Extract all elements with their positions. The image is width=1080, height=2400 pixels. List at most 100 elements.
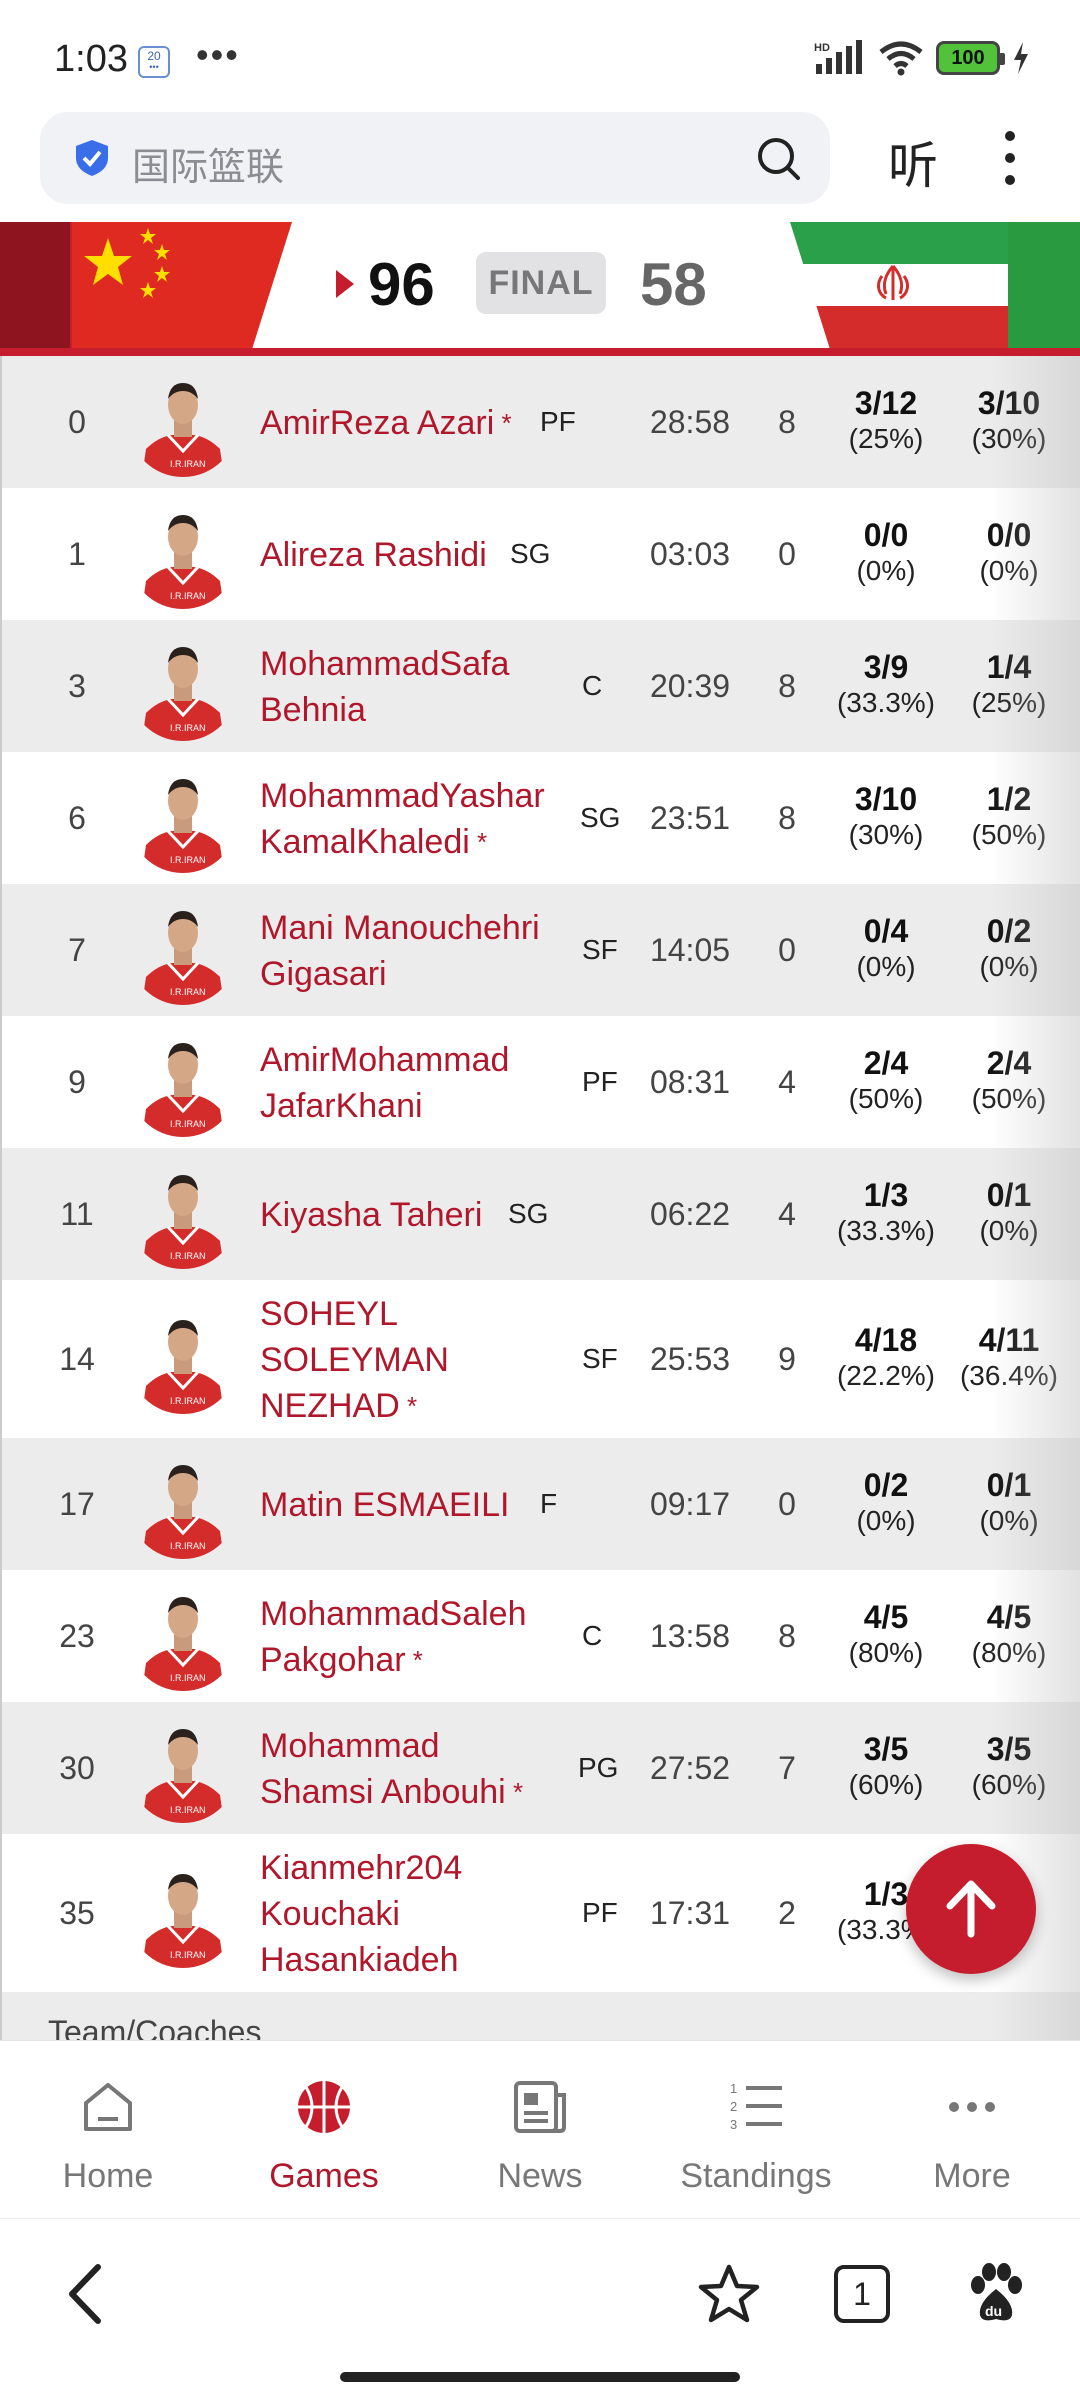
player-avatar[interactable]: I.R.IRAN (128, 1027, 238, 1137)
svg-text:I.R.IRAN: I.R.IRAN (170, 459, 206, 469)
player-position: C (582, 670, 603, 701)
player-name-link[interactable]: Kianmehr204 Kouchaki Hasankiadeh (260, 1845, 462, 1983)
player-avatar[interactable]: I.R.IRAN (128, 631, 238, 741)
svg-text:I.R.IRAN: I.R.IRAN (170, 723, 206, 733)
three-pointers-pct: (80%) (971, 1637, 1047, 1668)
signal-icon: HD (814, 40, 862, 74)
player-name-link[interactable]: Matin ESMAEILI (260, 1482, 509, 1528)
minutes-played: 28:58 (649, 404, 731, 440)
table-row[interactable]: 7 I.R.IRAN Mani Manouchehri Gigasari SF 14:05… (0, 884, 1080, 1016)
shield-icon (76, 140, 108, 176)
field-goals: 4/5 (80%) (826, 1598, 946, 1670)
player-position: SG (508, 1198, 549, 1229)
field-goals-pct: (0%) (856, 555, 916, 586)
player-avatar[interactable]: I.R.IRAN (128, 1159, 238, 1269)
player-avatar[interactable]: I.R.IRAN (128, 1449, 238, 1559)
field-goals-pct: (33.3%) (836, 687, 936, 718)
nav-news[interactable]: News (432, 2041, 648, 2217)
player-avatar[interactable]: I.R.IRAN (128, 1858, 238, 1968)
baidu-paw-icon[interactable]: du (968, 2263, 1024, 2325)
player-name-link[interactable]: MohammadSaleh Pakgohar * (260, 1591, 526, 1683)
player-avatar[interactable]: I.R.IRAN (128, 895, 238, 1005)
svg-text:I.R.IRAN: I.R.IRAN (170, 855, 206, 865)
table-row[interactable]: 23 I.R.IRAN MohammadSaleh Pakgohar * C 13:58 8… (0, 1570, 1080, 1702)
table-row[interactable]: 6 I.R.IRAN MohammadYashar KamalKhaledi * SG 2… (0, 752, 1080, 884)
nav-news-label: News (497, 2157, 583, 2195)
field-goals: 0/0 (0%) (826, 516, 946, 588)
jersey-number: 11 (60, 1196, 94, 1232)
svg-text:I.R.IRAN: I.R.IRAN (170, 987, 206, 997)
nav-home[interactable]: Home (0, 2041, 216, 2217)
search-query[interactable]: 国际篮联 (132, 136, 284, 191)
three-pointers-pct: (0%) (979, 951, 1039, 982)
nav-standings-label: Standings (680, 2157, 832, 2195)
player-name-link[interactable]: MohammadSafa Behnia (260, 641, 509, 733)
svg-text:1: 1 (730, 2081, 737, 2096)
jersey-number: 35 (59, 1895, 95, 1931)
kebab-menu-icon[interactable] (1003, 128, 1017, 188)
svg-text:I.R.IRAN: I.R.IRAN (170, 591, 206, 601)
player-name-link[interactable]: Mani Manouchehri Gigasari (260, 905, 540, 997)
nav-standings[interactable]: 1 2 3 Standings (648, 2041, 864, 2217)
jersey-number: 9 (68, 1064, 86, 1100)
field-goals-made: 0/4 (863, 913, 909, 949)
player-name-link[interactable]: Kiyasha Taheri (260, 1192, 482, 1238)
tabs-count-button[interactable]: 1 (834, 2265, 890, 2323)
three-pointers-pct: (0%) (979, 1215, 1039, 1246)
points: 8 (778, 404, 796, 440)
player-position: PF (540, 406, 576, 437)
table-row[interactable]: 0 I.R.IRAN AmirReza Azari * PF 28:58 8 3/12 (25… (0, 356, 1080, 488)
player-name-link[interactable]: AmirReza Azari * (260, 400, 512, 446)
three-pointers-made: 4/11 (978, 1322, 1040, 1358)
search-bar[interactable]: 国际篮联 (40, 112, 830, 204)
table-row[interactable]: 11 I.R.IRAN Kiyasha Taheri SG 06:22 4 1/3 (33.3… (0, 1148, 1080, 1280)
bookmark-star-icon[interactable] (698, 2263, 760, 2325)
badge-subtext: ••• (149, 62, 159, 72)
three-pointers-made: 1/2 (986, 781, 1032, 817)
minutes-played: 03:03 (649, 536, 731, 572)
field-goals: 4/18 (22.2%) (826, 1321, 946, 1393)
home-team-band-dark (0, 222, 70, 348)
player-stats-table[interactable]: 0 I.R.IRAN AmirReza Azari * PF 28:58 8 3/12 (25… (0, 356, 1080, 2040)
svg-text:HD: HD (814, 42, 830, 54)
table-row[interactable]: 1 I.R.IRAN Alireza Rashidi SG 03:03 0 0/0 (0%) 0… (0, 488, 1080, 620)
player-name-link[interactable]: MohammadYashar KamalKhaledi * (260, 773, 545, 865)
player-name-link[interactable]: Mohammad Shamsi Anbouhi * (260, 1723, 523, 1815)
nav-more[interactable]: More (864, 2041, 1080, 2217)
back-icon[interactable] (62, 2259, 112, 2329)
player-position: F (540, 1488, 558, 1519)
player-avatar[interactable]: I.R.IRAN (128, 367, 238, 477)
listen-button[interactable]: 听 (888, 126, 938, 198)
three-pointers-made: 4/5 (986, 1599, 1032, 1635)
field-goals-made: 3/12 (854, 385, 918, 421)
table-row[interactable]: 30 I.R.IRAN Mohammad Shamsi Anbouhi * PG 27:5… (0, 1702, 1080, 1834)
table-row[interactable]: 3 I.R.IRAN MohammadSafa Behnia C 20:39 8 3/9 (33… (0, 620, 1080, 752)
three-pointers-pct: (60%) (971, 1769, 1047, 1800)
jersey-number: 0 (68, 404, 86, 440)
player-avatar[interactable]: I.R.IRAN (128, 1713, 238, 1823)
jersey-number: 6 (68, 800, 86, 836)
player-name-link[interactable]: Alireza Rashidi (260, 532, 487, 578)
player-avatar[interactable]: I.R.IRAN (128, 1581, 238, 1691)
minutes-played: 27:52 (649, 1750, 731, 1786)
player-avatar[interactable]: I.R.IRAN (128, 763, 238, 873)
table-row[interactable]: 14 I.R.IRAN SOHEYL SOLEYMAN NEZHAD * SF 25:53 9… (0, 1280, 1080, 1438)
home-indicator[interactable] (340, 2372, 740, 2382)
arrow-up-icon (946, 1880, 996, 1938)
table-row[interactable]: 9 I.R.IRAN AmirMohammad JafarKhani PF 08:31 4 2… (0, 1016, 1080, 1148)
table-row[interactable]: 17 I.R.IRAN Matin ESMAEILI F 09:17 0 0/2 (0%) 0/… (0, 1438, 1080, 1570)
standings-icon: 1 2 3 (730, 2081, 782, 2132)
field-goals-pct: (0%) (856, 1505, 916, 1536)
svg-text:du: du (985, 2303, 1002, 2319)
player-avatar[interactable]: I.R.IRAN (128, 499, 238, 609)
scroll-to-top-button[interactable] (906, 1844, 1036, 1974)
nav-more-label: More (933, 2157, 1011, 2195)
player-name-link[interactable]: SOHEYL SOLEYMAN NEZHAD * (260, 1291, 449, 1429)
three-pointers-pct: (50%) (971, 1083, 1047, 1114)
field-goals: 0/2 (0%) (826, 1466, 946, 1538)
player-avatar[interactable]: I.R.IRAN (128, 1304, 238, 1414)
minutes-played: 14:05 (649, 932, 731, 968)
nav-games[interactable]: Games (216, 2041, 432, 2217)
player-name-link[interactable]: AmirMohammad JafarKhani (260, 1037, 509, 1129)
search-icon[interactable] (754, 134, 802, 182)
